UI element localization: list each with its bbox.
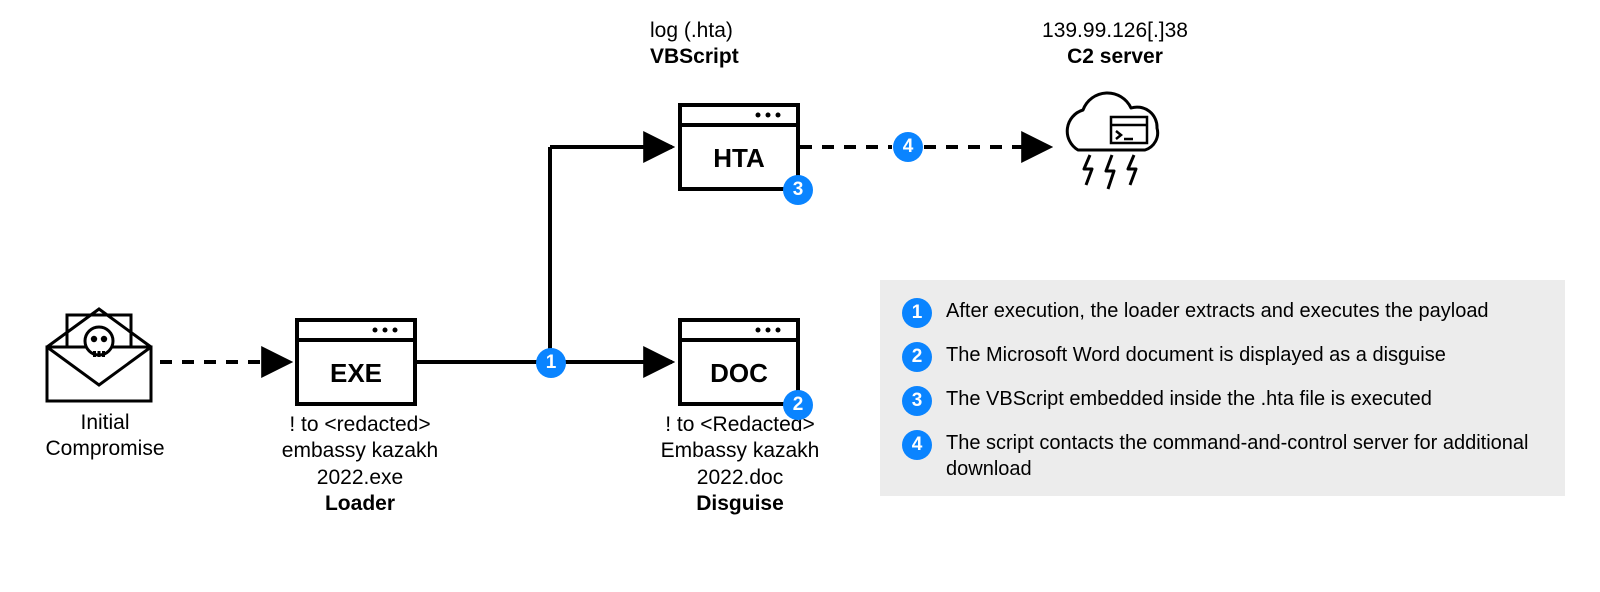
- loader-caption: ! to <redacted> embassy kazakh 2022.exe …: [260, 412, 460, 517]
- doc-cap3: 2022.doc: [697, 466, 783, 489]
- doc-window-icon: DOC: [680, 320, 798, 404]
- envelope-skull-icon: [47, 309, 151, 401]
- legend-row-4: 4 The script contacts the command-and-co…: [902, 430, 1543, 482]
- initial-compromise-label: Initial Compromise: [30, 410, 180, 463]
- legend-badge-2: 2: [902, 342, 932, 372]
- c2-top-label: 139.99.126[.]38 C2 server: [1000, 18, 1230, 71]
- legend-text-3: The VBScript embedded inside the .hta fi…: [946, 386, 1543, 412]
- legend-row-3: 3 The VBScript embedded inside the .hta …: [902, 386, 1543, 416]
- svg-text:EXE: EXE: [330, 358, 382, 388]
- badge-3: 3: [783, 175, 813, 205]
- hta-top-label: log (.hta) VBScript: [650, 18, 830, 71]
- doc-caption: ! to <Redacted> Embassy kazakh 2022.doc …: [640, 412, 840, 517]
- diagram-stage: EXE HTA DOC: [0, 0, 1600, 592]
- hta-top1: log (.hta): [650, 19, 733, 42]
- badge-2: 2: [783, 390, 813, 420]
- c2-top1: 139.99.126[.]38: [1042, 19, 1188, 42]
- loader-cap2: embassy kazakh: [282, 439, 438, 462]
- initial-line1: Initial: [80, 411, 129, 434]
- hta-window-icon: HTA: [680, 105, 798, 189]
- doc-role: Disguise: [696, 492, 784, 515]
- svg-text:DOC: DOC: [710, 358, 768, 388]
- badge-4: 4: [893, 132, 923, 162]
- c2-cloud-icon: [1067, 93, 1157, 189]
- legend-row-1: 1 After execution, the loader extracts a…: [902, 298, 1543, 328]
- loader-cap1: ! to <redacted>: [289, 413, 430, 436]
- c2-top2: C2 server: [1067, 45, 1163, 68]
- legend-panel: 1 After execution, the loader extracts a…: [880, 280, 1565, 496]
- legend-row-2: 2 The Microsoft Word document is display…: [902, 342, 1543, 372]
- legend-text-1: After execution, the loader extracts and…: [946, 298, 1543, 324]
- legend-badge-4: 4: [902, 430, 932, 460]
- doc-cap2: Embassy kazakh: [661, 439, 820, 462]
- legend-text-2: The Microsoft Word document is displayed…: [946, 342, 1543, 368]
- legend-text-4: The script contacts the command-and-cont…: [946, 430, 1543, 482]
- loader-cap3: 2022.exe: [317, 466, 403, 489]
- initial-line2: Compromise: [45, 437, 164, 460]
- exe-window-icon: EXE: [297, 320, 415, 404]
- loader-role: Loader: [325, 492, 395, 515]
- legend-badge-3: 3: [902, 386, 932, 416]
- hta-top2: VBScript: [650, 45, 739, 68]
- badge-1: 1: [536, 348, 566, 378]
- svg-text:HTA: HTA: [713, 143, 765, 173]
- legend-badge-1: 1: [902, 298, 932, 328]
